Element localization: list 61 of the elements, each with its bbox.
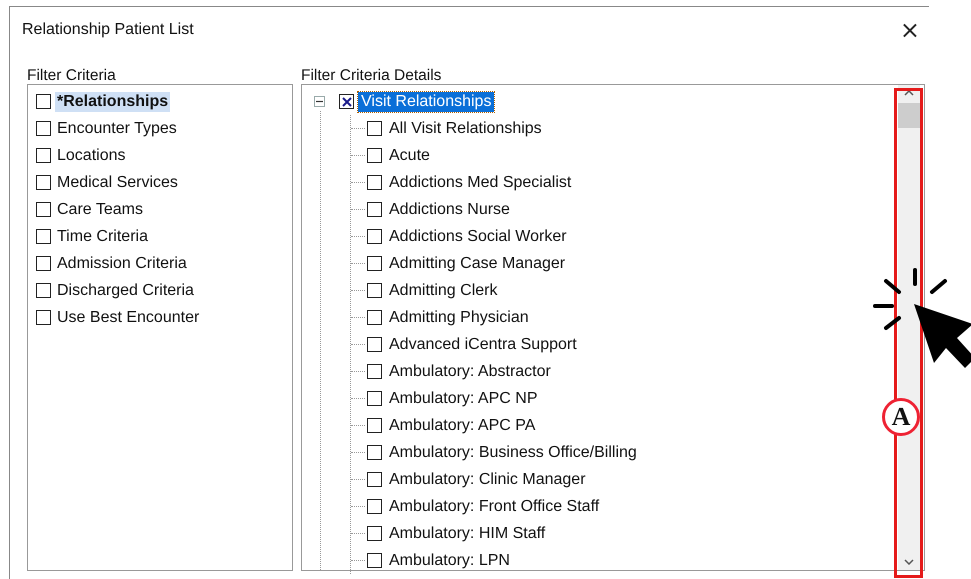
section-label: Filter Criteria bbox=[27, 67, 117, 84]
list-item[interactable]: Discharged Criteria bbox=[55, 280, 196, 300]
tree-item[interactable]: Addictions Social Worker bbox=[386, 226, 570, 246]
checkbox[interactable] bbox=[36, 256, 51, 271]
tree-item[interactable]: Ambulatory: Clinic Manager bbox=[386, 470, 589, 490]
tree-item[interactable]: Ambulatory: APC NP bbox=[386, 388, 540, 408]
checkbox[interactable] bbox=[36, 283, 51, 298]
checkbox[interactable] bbox=[339, 94, 354, 109]
checkbox[interactable] bbox=[367, 175, 382, 190]
tree-item[interactable]: Addictions Nurse bbox=[386, 200, 513, 220]
checkbox[interactable] bbox=[36, 148, 51, 163]
tree-item[interactable]: Ambulatory: Abstractor bbox=[386, 362, 554, 382]
list-item[interactable]: Admission Criteria bbox=[55, 254, 189, 274]
tree-item[interactable]: All Visit Relationships bbox=[386, 118, 545, 138]
checkbox[interactable] bbox=[367, 310, 382, 325]
tree-item[interactable]: Ambulatory: Front Office Staff bbox=[386, 496, 602, 516]
checkbox[interactable] bbox=[367, 445, 382, 460]
tree-item[interactable]: Admitting Case Manager bbox=[386, 254, 568, 274]
checkbox[interactable] bbox=[36, 175, 51, 190]
dialog-title: Relationship Patient List bbox=[22, 21, 194, 39]
checkbox[interactable] bbox=[367, 418, 382, 433]
checkbox[interactable] bbox=[367, 121, 382, 136]
close-button[interactable]: × bbox=[900, 19, 929, 41]
checkbox[interactable] bbox=[367, 283, 382, 298]
list-item[interactable]: Medical Services bbox=[55, 172, 180, 192]
tree-item[interactable]: Visit Relationships bbox=[358, 92, 494, 112]
checkbox[interactable] bbox=[367, 337, 382, 352]
checkbox[interactable] bbox=[367, 229, 382, 244]
tree-item[interactable]: Admitting Clerk bbox=[386, 280, 500, 300]
list-item[interactable]: Use Best Encounter bbox=[55, 308, 202, 328]
checkbox[interactable] bbox=[367, 553, 382, 568]
list-item[interactable]: Time Criteria bbox=[55, 226, 150, 246]
list-item[interactable]: Encounter Types bbox=[55, 118, 179, 138]
checkbox[interactable] bbox=[367, 256, 382, 271]
checkbox[interactable] bbox=[367, 472, 382, 487]
checkbox[interactable] bbox=[367, 202, 382, 217]
tree-item[interactable]: Admitting Physician bbox=[386, 308, 532, 328]
checkbox[interactable] bbox=[367, 148, 382, 163]
checkbox[interactable] bbox=[367, 526, 382, 541]
callout-badge: A bbox=[882, 398, 920, 436]
tree-item[interactable]: Ambulatory: APC PA bbox=[386, 416, 538, 436]
checkbox[interactable] bbox=[36, 94, 51, 109]
checkbox[interactable] bbox=[367, 364, 382, 379]
checkbox[interactable] bbox=[36, 202, 51, 217]
tree-item[interactable]: Ambulatory: LPN bbox=[386, 550, 513, 570]
tree-item[interactable]: Acute bbox=[386, 146, 433, 166]
checkbox[interactable] bbox=[36, 121, 51, 136]
tree-item[interactable]: Ambulatory: Business Office/Billing bbox=[386, 442, 640, 462]
tree-item[interactable]: Ambulatory: HIM Staff bbox=[386, 524, 548, 544]
checkbox[interactable] bbox=[36, 229, 51, 244]
list-item[interactable]: Care Teams bbox=[55, 200, 145, 220]
list-item[interactable]: Locations bbox=[55, 146, 128, 166]
checkbox[interactable] bbox=[367, 391, 382, 406]
list-item[interactable]: *Relationships bbox=[55, 92, 170, 112]
section-label: Filter Criteria Details bbox=[301, 67, 442, 84]
collapse-icon[interactable] bbox=[314, 96, 325, 107]
tree-item[interactable]: Advanced iCentra Support bbox=[386, 334, 580, 354]
checkbox[interactable] bbox=[36, 310, 51, 325]
tree-item[interactable]: Addictions Med Specialist bbox=[386, 172, 574, 192]
checkbox[interactable] bbox=[367, 499, 382, 514]
scroll-thumb[interactable] bbox=[898, 103, 920, 128]
